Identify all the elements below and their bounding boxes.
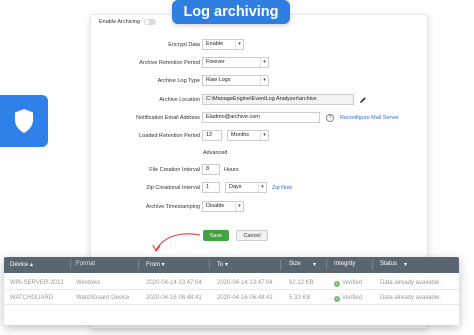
column-divider bbox=[280, 260, 281, 270]
cell-to: 2020-04-14 13:47:04 bbox=[217, 280, 273, 286]
loaded-retention-number[interactable]: 12 bbox=[202, 130, 222, 141]
cell-status: Data already available. bbox=[380, 280, 442, 286]
col-size[interactable]: Size bbox=[289, 261, 301, 267]
column-divider bbox=[372, 260, 373, 270]
chevron-down-icon: ▾ bbox=[235, 40, 243, 49]
cell-status: Data already available. bbox=[380, 295, 442, 301]
timestamping-value: Disable bbox=[206, 203, 225, 209]
save-button[interactable]: Save bbox=[203, 230, 229, 241]
timestamping-label: Archive Timestamping bbox=[145, 204, 200, 210]
col-device[interactable]: Device ▴ bbox=[10, 261, 33, 268]
row-location: Archive Location C:\ManageEngine\EventLo… bbox=[0, 94, 474, 106]
cell-integrity: ✓ Verified bbox=[334, 280, 363, 287]
zip-interval-label: Zip Creational Interval bbox=[146, 185, 200, 191]
col-status[interactable]: Status bbox=[380, 261, 397, 267]
cell-size: 5.33 KB bbox=[289, 295, 311, 301]
column-divider bbox=[209, 260, 210, 270]
row-encrypt: Encrypt Data Enable ▾ bbox=[0, 39, 474, 51]
row-loaded-retention: Loaded Retention Period 12 Months ▾ bbox=[0, 130, 474, 142]
shield-icon bbox=[15, 109, 33, 133]
table-header: Device ▴ Format From ▾ To ▾ Size ▾ Integ… bbox=[4, 257, 459, 273]
location-label: Archive Location bbox=[159, 97, 200, 103]
table-row[interactable]: WATCHGUARD WatchGuard Device 2020-04-16 … bbox=[4, 292, 459, 305]
location-input[interactable]: C:\ManageEngine\EventLog Analyzer\archiv… bbox=[202, 94, 354, 105]
enable-archiving-toggle[interactable] bbox=[143, 19, 156, 25]
column-divider bbox=[70, 260, 71, 270]
retention-select[interactable]: Forever ▾ bbox=[202, 57, 269, 68]
enable-archiving: Enable Archiving bbox=[99, 19, 156, 25]
cancel-button[interactable]: Cancel bbox=[236, 230, 268, 241]
advanced-heading: Advanced bbox=[203, 150, 228, 156]
check-icon: ✓ bbox=[334, 296, 340, 302]
column-divider bbox=[326, 260, 327, 270]
cell-size: 92.12 KB bbox=[289, 280, 314, 286]
loaded-retention-label: Loaded Retention Period bbox=[139, 133, 200, 139]
info-icon[interactable]: ? bbox=[326, 114, 334, 122]
file-creation-label: File Creation Interval bbox=[149, 167, 200, 173]
cell-format: Windows bbox=[76, 280, 101, 286]
chevron-down-icon: ▾ bbox=[258, 183, 266, 192]
chevron-down-icon: ▾ bbox=[260, 131, 268, 140]
reconfigure-mail-link[interactable]: Reconfigure Mail Server bbox=[340, 115, 399, 121]
encrypt-select[interactable]: Enable ▾ bbox=[202, 39, 244, 50]
chevron-down-icon: ▾ bbox=[260, 58, 268, 67]
zip-now-link[interactable]: Zip Now bbox=[272, 185, 292, 191]
row-timestamping: Archive Timestamping Disable ▾ bbox=[0, 201, 474, 213]
file-creation-unit: Hours bbox=[224, 167, 239, 173]
edit-pencil-icon[interactable] bbox=[359, 96, 367, 104]
cell-to: 2020-04-16 06:48:41 bbox=[217, 295, 273, 301]
zip-interval-number[interactable]: 1 bbox=[202, 182, 220, 193]
file-creation-number[interactable]: 8 bbox=[202, 164, 220, 175]
stage: Log archiving Enable Archiving Encrypt D… bbox=[0, 0, 474, 335]
cell-device: WIN-SERVER-2012 bbox=[10, 280, 64, 286]
cell-from: 2020-04-14 13:47:04 bbox=[146, 280, 202, 286]
archive-table: Device ▴ Format From ▾ To ▾ Size ▾ Integ… bbox=[4, 257, 459, 325]
cell-integrity: ✓ Verified bbox=[334, 295, 363, 302]
cell-from: 2020-04-16 06:48:41 bbox=[146, 295, 202, 301]
row-retention: Archive Retention Period Forever ▾ bbox=[0, 57, 474, 69]
log-type-label: Archive Log Type bbox=[157, 78, 200, 84]
status-filter-icon[interactable]: ▾ bbox=[404, 261, 407, 268]
log-type-value: Raw Logs bbox=[206, 77, 231, 83]
col-to[interactable]: To ▾ bbox=[217, 261, 228, 268]
page-title: Log archiving bbox=[172, 0, 290, 24]
encrypt-label: Encrypt Data bbox=[168, 42, 200, 48]
shield-badge bbox=[0, 95, 48, 147]
row-email: Notification Email Address Eladmo@archiv… bbox=[0, 112, 474, 124]
retention-label: Archive Retention Period bbox=[139, 60, 200, 66]
table-row[interactable]: WIN-SERVER-2012 Windows 2020-04-14 13:47… bbox=[4, 277, 459, 290]
row-log-type: Archive Log Type Raw Logs ▾ bbox=[0, 75, 474, 87]
retention-value: Forever bbox=[206, 59, 225, 65]
cell-format: WatchGuard Device bbox=[76, 295, 130, 301]
pointer-arrow-icon bbox=[152, 233, 201, 253]
loaded-retention-unit-select[interactable]: Months ▾ bbox=[227, 130, 269, 141]
column-divider bbox=[138, 260, 139, 270]
log-type-select[interactable]: Raw Logs ▾ bbox=[202, 75, 269, 86]
col-from[interactable]: From ▾ bbox=[146, 261, 165, 268]
cell-device: WATCHGUARD bbox=[10, 295, 53, 301]
loaded-retention-unit: Months bbox=[231, 132, 250, 138]
chevron-down-icon: ▾ bbox=[235, 202, 243, 211]
chevron-down-icon: ▾ bbox=[260, 76, 268, 85]
encrypt-value: Enable bbox=[206, 41, 224, 47]
zip-interval-unit-select[interactable]: Days ▾ bbox=[225, 182, 267, 193]
row-file-creation: File Creation Interval 8 Hours bbox=[0, 164, 474, 176]
email-input[interactable]: Eladmo@archive.com bbox=[202, 112, 320, 123]
row-zip-interval: Zip Creational Interval 1 Days ▾ Zip Now bbox=[0, 182, 474, 194]
check-icon: ✓ bbox=[334, 281, 340, 287]
size-filter-icon[interactable]: ▾ bbox=[313, 261, 316, 268]
enable-archiving-label: Enable Archiving bbox=[99, 19, 140, 25]
email-label: Notification Email Address bbox=[136, 115, 200, 121]
timestamping-select[interactable]: Disable ▾ bbox=[202, 201, 244, 212]
zip-interval-unit: Days bbox=[229, 184, 242, 190]
col-integrity[interactable]: Integrity bbox=[334, 261, 355, 267]
col-format[interactable]: Format bbox=[76, 261, 95, 267]
